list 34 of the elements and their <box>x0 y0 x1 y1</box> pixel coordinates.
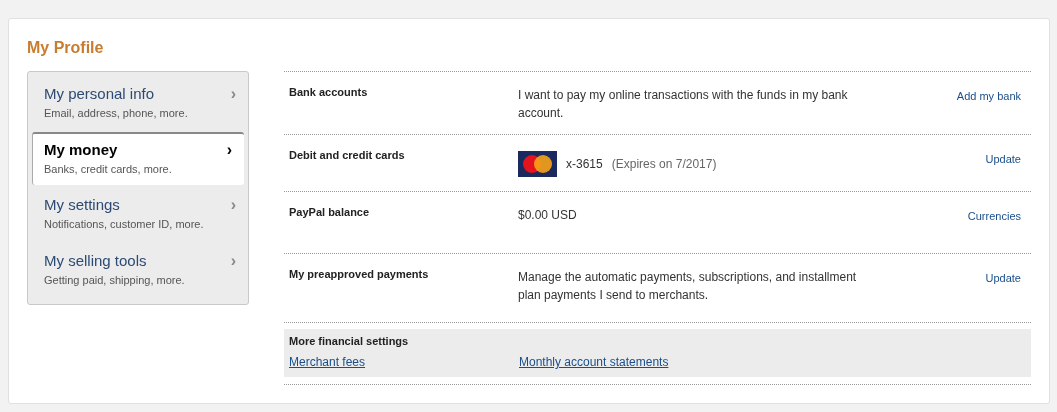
page-title: My Profile <box>27 39 105 57</box>
item-description: Notifications, customer ID, more. <box>44 218 204 230</box>
item-label: My personal info <box>44 85 156 102</box>
chevron-icon: › <box>230 251 236 288</box>
item-description: Email, address, phone, more. <box>44 107 188 119</box>
chevron-icon: › <box>230 196 236 233</box>
section-label: PayPal balance <box>289 206 371 220</box>
item-description: Getting paid, shipping, more. <box>44 273 185 286</box>
settings-link[interactable]: Monthly account statements <box>519 355 669 369</box>
chevron-icon: › <box>230 85 236 122</box>
item-label: My money <box>44 140 119 158</box>
sidebar-item[interactable]: My selling tools Getting paid, shipping, more. › <box>32 242 248 296</box>
section-label: Bank accounts <box>289 86 369 100</box>
section-label: Debit and credit cards <box>289 149 406 163</box>
sidebar-item[interactable]: My money Banks, credit cards, more. › <box>32 131 244 185</box>
section-label: My preapproved payments <box>289 268 430 282</box>
item-description: Banks, credit cards, more. <box>44 162 172 175</box>
item-label: My settings <box>44 196 121 213</box>
action-link[interactable]: Currencies <box>967 210 1021 222</box>
card-number: x-3615 <box>566 157 603 171</box>
section-text: $0.00 USD <box>518 207 578 224</box>
action-link[interactable]: Update <box>985 272 1021 284</box>
settings-link[interactable]: Merchant fees <box>289 355 366 369</box>
item-label: My selling tools <box>44 251 148 269</box>
card-expiry: (Expires on 7/2017) <box>611 157 717 171</box>
credit-card-logo-icon <box>518 151 557 177</box>
panel-title: More financial settings <box>289 335 410 347</box>
sidebar-item[interactable]: My personal info Email, address, phone, more. › <box>32 76 248 130</box>
action-link[interactable]: Update <box>985 153 1021 165</box>
sidebar-item[interactable]: My settings Notifications, customer ID, more. › <box>32 187 248 241</box>
action-link[interactable]: Add my bank <box>956 90 1021 102</box>
section-text: I want to pay my online transactions with the funds in my bank account. <box>518 87 849 122</box>
chevron-icon: › <box>226 140 232 177</box>
section-text: Manage the automatic payments, subscriptions, and installment plan payments I send to merchants. <box>518 269 858 304</box>
